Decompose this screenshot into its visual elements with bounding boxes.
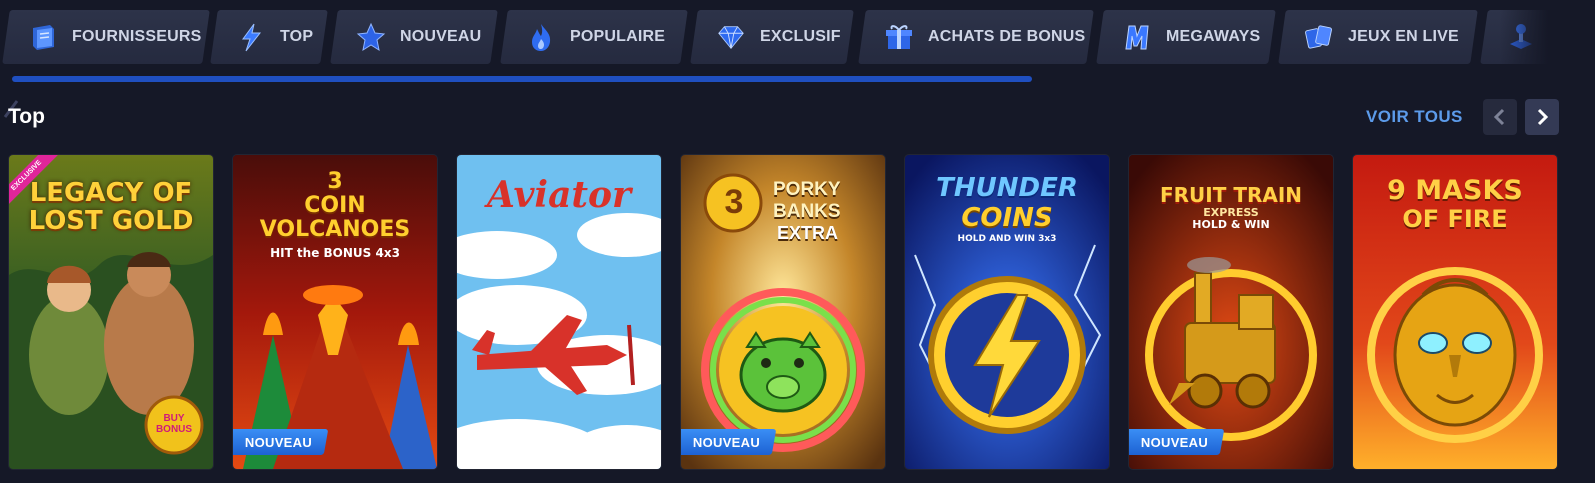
category-bar: Fournisseurs Top Nouveau Populaire (0, 8, 1560, 66)
game-title: Aviator (487, 174, 631, 216)
category-label: Megaways (1166, 28, 1261, 45)
category-populaire[interactable]: Populaire (500, 10, 688, 64)
game-title: 3 (327, 169, 343, 194)
game-subtitle: HIT the BONUS 4x3 (270, 246, 400, 260)
book-icon (28, 22, 58, 52)
new-badge: NOUVEAU (681, 429, 777, 455)
category-label: Fournisseurs (72, 28, 202, 45)
carousel-prev-button[interactable] (1483, 99, 1517, 135)
game-title: THUNDER (936, 173, 1078, 203)
section-title: Top (8, 105, 45, 128)
game-card-fruit-train-express[interactable]: FRUIT TRAIN EXPRESS HOLD & WIN NOUVEAU (1129, 155, 1333, 469)
new-badge: NOUVEAU (1129, 429, 1225, 455)
game-title: 9 MASKS (1387, 175, 1523, 206)
category-top[interactable]: Top (210, 10, 328, 64)
gift-icon (884, 22, 914, 52)
game-title-line2: LOST GOLD (28, 206, 194, 236)
cards-icon (1304, 22, 1334, 52)
category-scrollbar-thumb[interactable] (12, 76, 1032, 82)
category-label: Jeux en live (1348, 28, 1459, 45)
category-megaways[interactable]: Megaways (1096, 10, 1276, 64)
game-subtitle: HOLD AND WIN 3x3 (957, 234, 1057, 244)
game-card-aviator[interactable]: Aviator (457, 155, 661, 469)
buy-bonus-badge: BUY BONUS (155, 413, 193, 435)
lightning-icon (236, 22, 266, 52)
game-title-line3: VOLCANOES (259, 217, 411, 242)
star-icon (356, 22, 386, 52)
game-title-line2: COIN (304, 193, 366, 218)
category-label: Populaire (570, 28, 666, 45)
game-title-line4: EXTRA (777, 223, 839, 243)
game-card-3-coin-volcanoes[interactable]: 3 COIN VOLCANOES HIT the BONUS 4x3 NOUVE… (233, 155, 437, 469)
game-card-legacy-of-lost-gold[interactable]: LEGACY OF LOST GOLD EXCLUSIVE BUY BONUS (9, 155, 213, 469)
category-scrollbar[interactable] (12, 76, 1560, 82)
game-title: 3 (724, 183, 744, 221)
diamond-icon (716, 22, 746, 52)
category-label: Exclusif (760, 28, 841, 45)
chevron-right-icon (1537, 108, 1549, 126)
game-title-line2: PORKY (773, 179, 841, 200)
flame-icon (526, 22, 556, 52)
category-label: Nouveau (400, 28, 482, 45)
game-subtitle: HOLD & WIN (1192, 218, 1270, 231)
game-card-9-masks-of-fire[interactable]: 9 MASKS OF FIRE (1353, 155, 1557, 469)
category-fournisseurs[interactable]: Fournisseurs (2, 10, 210, 64)
game-title-line2: COINS (961, 203, 1053, 233)
chevron-left-icon (1493, 108, 1505, 126)
game-card-thunder-coins[interactable]: THUNDER COINS HOLD AND WIN 3x3 (905, 155, 1109, 469)
category-label: Achats de bonus (928, 28, 1086, 45)
game-title-line2: OF FIRE (1402, 205, 1508, 233)
category-jeux-en-live[interactable]: Jeux en live (1278, 10, 1478, 64)
game-title-line2: EXPRESS (1203, 206, 1259, 219)
megaways-m-icon (1122, 22, 1152, 52)
game-card-3-porky-banks-extra[interactable]: 3 PORKY BANKS EXTRA NOUVEAU (681, 155, 885, 469)
game-title: FRUIT TRAIN (1159, 183, 1303, 207)
see-all-link[interactable]: VOIR TOUS (1366, 107, 1463, 127)
category-exclusif[interactable]: Exclusif (690, 10, 854, 64)
category-fade (1500, 8, 1560, 66)
game-title: LEGACY OF (29, 178, 193, 208)
new-badge: NOUVEAU (233, 429, 329, 455)
category-nouveau[interactable]: Nouveau (330, 10, 498, 64)
category-label: Top (280, 28, 314, 45)
category-achats-de-bonus[interactable]: Achats de bonus (858, 10, 1094, 64)
game-title-line3: BANKS (773, 201, 841, 222)
carousel-next-button[interactable] (1525, 99, 1559, 135)
